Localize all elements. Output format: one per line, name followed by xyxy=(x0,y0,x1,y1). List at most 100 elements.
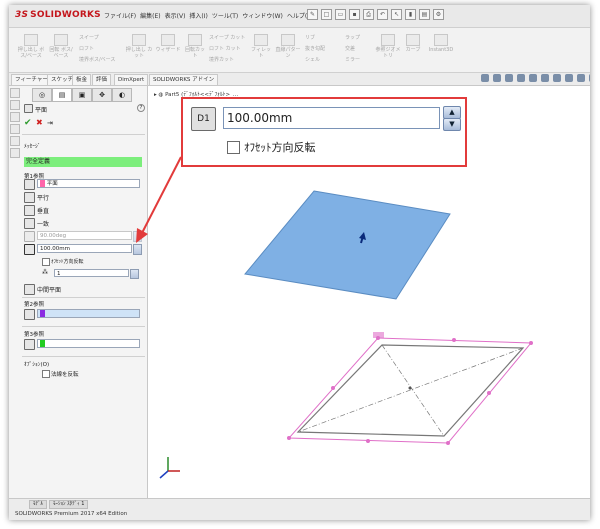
boundary-cut-button[interactable]: 境界カット xyxy=(209,56,234,63)
appearance-icon[interactable] xyxy=(565,74,573,82)
menu-file[interactable]: ファイル(F) xyxy=(104,11,136,20)
offset-plane-preview[interactable] xyxy=(244,190,451,300)
hole-wizard-button[interactable]: ウィザード xyxy=(155,34,181,53)
second-reference-header[interactable]: 第2参照 xyxy=(24,300,44,308)
third-reference-header[interactable]: 第3参照 xyxy=(24,330,44,338)
pushpin-icon[interactable]: ⇥ xyxy=(47,119,53,127)
angle-spinner[interactable] xyxy=(133,231,142,242)
open-icon[interactable]: ▭ xyxy=(335,9,346,20)
flip-offset-checkbox[interactable] xyxy=(227,141,240,154)
spinner-down-button[interactable]: ▼ xyxy=(443,118,461,131)
hide-show-icon[interactable] xyxy=(553,74,561,82)
sweep-cut-button[interactable]: スイープ カット xyxy=(209,34,245,41)
display-style-icon[interactable] xyxy=(541,74,549,82)
cancel-button[interactable]: ✖ xyxy=(36,118,43,127)
plane-label-tag[interactable] xyxy=(373,332,384,338)
ok-button[interactable]: ✔ xyxy=(24,118,32,128)
sweep-button[interactable]: スイープ xyxy=(79,34,99,41)
flip-normal-checkbox[interactable] xyxy=(42,370,50,378)
instances-spinner[interactable] xyxy=(130,269,139,279)
menu-tools[interactable]: ツール(T) xyxy=(212,11,238,20)
print-icon[interactable]: ⎙ xyxy=(363,9,374,20)
mid-plane-icon[interactable] xyxy=(24,284,35,295)
first-reference-field[interactable]: 平面 xyxy=(37,179,140,188)
feature-manager-tab[interactable]: ◎ xyxy=(32,88,52,102)
custom-properties-icon[interactable] xyxy=(10,148,20,158)
tab-sheet-metal[interactable]: 板金 xyxy=(72,74,92,85)
offset-distance-input[interactable]: 100.00mm xyxy=(223,107,440,129)
options-header[interactable]: ｵﾌﾟｼｮﾝ(O) xyxy=(24,360,49,368)
instant3d-button[interactable]: Instant3D xyxy=(425,34,457,53)
message-header[interactable]: ﾒｯｾｰｼﾞ xyxy=(24,142,41,150)
offset-distance-field[interactable]: 100.00mm xyxy=(37,244,132,253)
view-settings-icon[interactable] xyxy=(589,74,590,82)
coincident-option[interactable]: 一致 xyxy=(37,219,49,228)
second-reference-field[interactable] xyxy=(37,309,140,318)
linear-pattern-button[interactable]: 直線パターン xyxy=(275,34,301,59)
offset-distance-spinner[interactable] xyxy=(133,244,142,255)
parallel-option[interactable]: 平行 xyxy=(37,193,49,202)
parallel-icon[interactable] xyxy=(24,192,35,203)
shell-button[interactable]: シェル xyxy=(305,56,320,63)
section-view-icon[interactable] xyxy=(517,74,525,82)
perpendicular-icon[interactable] xyxy=(24,205,35,216)
curves-button[interactable]: カーブ xyxy=(403,34,423,53)
offset-distance-icon[interactable] xyxy=(24,244,35,255)
zoom-area-icon[interactable] xyxy=(493,74,501,82)
mirror-button[interactable]: ミラー xyxy=(345,56,360,63)
new-icon[interactable]: □ xyxy=(321,9,332,20)
draft-button[interactable]: 抜き勾配 xyxy=(305,45,325,52)
instances-field[interactable]: 1 xyxy=(54,269,129,277)
rebuild-icon[interactable]: ▮ xyxy=(405,9,416,20)
configuration-manager-tab[interactable]: ▣ xyxy=(72,88,92,102)
help-icon[interactable]: ? xyxy=(137,104,145,112)
extrude-boss-button[interactable]: 押し出し ボス/ベース xyxy=(17,34,45,59)
reference-geometry-button[interactable]: 参照ジオメトリ xyxy=(375,34,401,59)
display-manager-tab[interactable]: ◐ xyxy=(112,88,132,102)
third-reference-field[interactable] xyxy=(37,339,140,348)
appearances-icon[interactable] xyxy=(10,136,20,146)
zoom-to-fit-icon[interactable] xyxy=(481,74,489,82)
tab-model[interactable]: ﾓﾃﾞﾙ xyxy=(29,500,48,509)
menu-view[interactable]: 表示(V) xyxy=(165,11,186,20)
tab-dimxpert[interactable]: DimXpert xyxy=(114,74,149,85)
offset-distance-icon[interactable]: D1 xyxy=(191,107,216,131)
mid-plane-option[interactable]: 中間平面 xyxy=(37,285,61,294)
flip-offset-checkbox[interactable] xyxy=(42,258,50,266)
revolve-boss-button[interactable]: 回転 ボス/ベース xyxy=(47,34,75,59)
angle-field[interactable]: 90.00deg xyxy=(37,231,132,240)
tab-addins[interactable]: SOLIDWORKS アドイン xyxy=(149,74,219,85)
menu-window[interactable]: ウィンドウ(W) xyxy=(242,11,283,20)
rib-button[interactable]: リブ xyxy=(305,34,315,41)
scene-icon[interactable] xyxy=(577,74,585,82)
tab-motion-study[interactable]: ﾓｰｼｮﾝ ｽﾀﾃﾞｨ 1 xyxy=(49,500,89,509)
file-explorer-icon[interactable] xyxy=(10,112,20,122)
loft-cut-button[interactable]: ロフト カット xyxy=(209,45,241,52)
view-orientation-icon[interactable] xyxy=(529,74,537,82)
fillet-button[interactable]: フィレット xyxy=(249,34,273,59)
revolve-cut-button[interactable]: 回転カット xyxy=(183,34,207,59)
coincident-icon[interactable] xyxy=(24,218,35,229)
previous-view-icon[interactable] xyxy=(505,74,513,82)
loft-button[interactable]: ロフト xyxy=(79,45,94,52)
boundary-boss-button[interactable]: 境界ボス/ベース xyxy=(79,56,115,63)
tab-evaluate[interactable]: 評価 xyxy=(92,74,112,85)
tab-features[interactable]: フィーチャー xyxy=(11,74,52,85)
pin-icon[interactable]: ✎ xyxy=(307,9,318,20)
property-manager-tab[interactable]: ▤ xyxy=(52,88,72,102)
menu-edit[interactable]: 編集(E) xyxy=(140,11,160,20)
angle-icon[interactable] xyxy=(24,231,35,242)
extrude-cut-button[interactable]: 押し出し カット xyxy=(125,34,153,59)
design-library-icon[interactable] xyxy=(10,100,20,110)
save-icon[interactable]: ▪ xyxy=(349,9,360,20)
file-properties-icon[interactable]: ▤ xyxy=(419,9,430,20)
resources-icon[interactable] xyxy=(10,88,20,98)
options-gear-icon[interactable]: ⚙ xyxy=(433,9,444,20)
menu-insert[interactable]: 挿入(I) xyxy=(189,11,207,20)
select-icon[interactable]: ↖ xyxy=(391,9,402,20)
wrap-button[interactable]: ラップ xyxy=(345,34,360,41)
view-palette-icon[interactable] xyxy=(10,124,20,134)
dimxpert-manager-tab[interactable]: ✥ xyxy=(92,88,112,102)
undo-icon[interactable]: ↶ xyxy=(377,9,388,20)
perpendicular-option[interactable]: 垂直 xyxy=(37,206,49,215)
